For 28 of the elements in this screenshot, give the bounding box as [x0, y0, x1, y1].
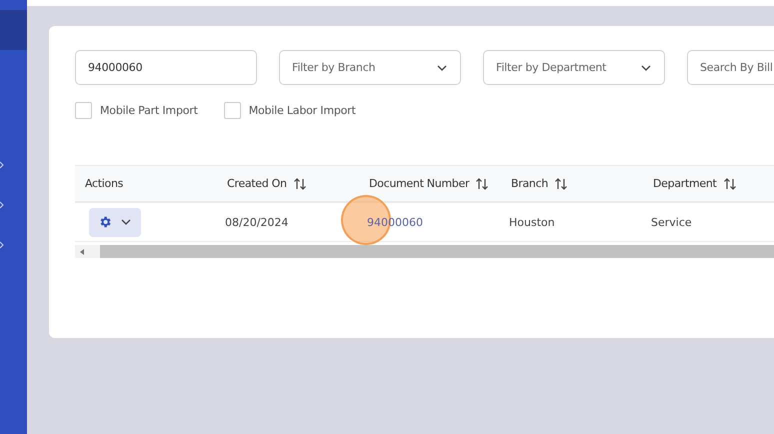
horizontal-scrollbar[interactable]: [75, 245, 774, 258]
table-cell-text: Service: [650, 216, 693, 228]
chevron-icon: [0, 201, 4, 209]
chevron-icon: [0, 161, 4, 169]
sort-icon[interactable]: [554, 178, 568, 190]
checkbox-label: Mobile Labor Import: [248, 104, 356, 117]
sort-icon[interactable]: [292, 178, 307, 190]
search-field[interactable]: 94000060: [75, 50, 257, 85]
column-header: Department: [653, 177, 717, 190]
bill-search-field[interactable]: Search By Bill: [687, 50, 774, 85]
actions-button[interactable]: [89, 208, 141, 236]
column-header: Actions: [85, 177, 124, 190]
settings-icon: [98, 215, 112, 229]
sidebar-item[interactable]: [0, 10, 27, 50]
table-cell-text: 08/20/2024: [224, 216, 290, 228]
department-dropdown[interactable]: Filter by Department: [483, 50, 665, 85]
column-header: Document Number: [369, 177, 470, 190]
column-header: Created On: [227, 177, 287, 190]
sort-icon[interactable]: [722, 178, 737, 190]
checkbox[interactable]: [224, 102, 241, 119]
table-cell-text: Houston: [508, 216, 556, 228]
checkbox-label: Mobile Part Import: [100, 104, 198, 117]
scroll-left-icon: [80, 248, 84, 254]
column-header: Branch: [511, 177, 548, 190]
branch-dropdown[interactable]: Filter by Branch: [279, 50, 461, 85]
sort-icon[interactable]: [475, 178, 490, 190]
checkbox[interactable]: [75, 102, 92, 119]
chevron-icon: [0, 241, 4, 249]
